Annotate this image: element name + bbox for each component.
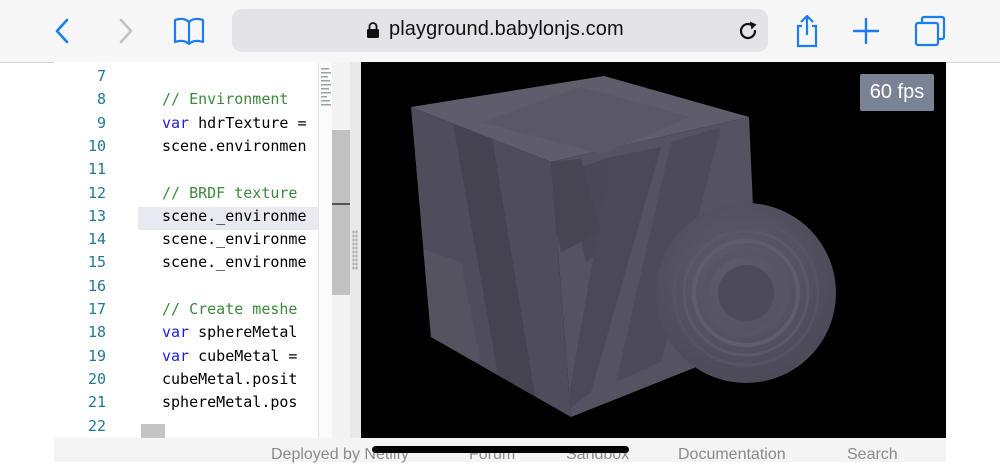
back-icon [55, 18, 69, 44]
home-indicator[interactable] [372, 446, 629, 453]
line-number: 10 [87, 136, 106, 155]
line-number: 21 [87, 393, 106, 412]
code-text: scene._environme [162, 253, 307, 272]
line-number: 16 [87, 276, 106, 295]
splitter-grip-icon[interactable] [352, 230, 358, 270]
code-line[interactable]: cubeMetal.posit [162, 370, 297, 388]
code-comment: // Create meshe [162, 300, 298, 318]
line-number: 14 [87, 230, 106, 249]
back-button[interactable] [45, 14, 79, 48]
scroll-position-marker [332, 203, 350, 205]
code-line[interactable]: sphereMetal.pos [162, 393, 297, 411]
code-text: scene._environme [162, 230, 307, 249]
line-number: 15 [87, 253, 106, 272]
code-text: scene._environme [162, 206, 307, 225]
sphere-mesh [656, 203, 836, 383]
reload-icon[interactable] [737, 20, 759, 42]
tabs-button[interactable] [913, 14, 947, 48]
footer-link-documentation[interactable]: Documentation [678, 446, 786, 464]
code-line[interactable]: var hdrTexture = [162, 114, 307, 132]
share-icon [796, 14, 818, 48]
bookmarks-button[interactable] [172, 14, 206, 48]
code-line[interactable]: scene.environmen [162, 137, 307, 155]
line-number: 13 [87, 206, 106, 225]
code-text: cubeMetal.posit [162, 369, 298, 388]
keyword: var [162, 346, 190, 365]
share-button[interactable] [790, 14, 824, 48]
tabs-icon [914, 15, 946, 47]
code-line[interactable]: // BRDF texture [162, 184, 297, 202]
minimap[interactable] [318, 62, 333, 438]
code-line[interactable]: // Create meshe [162, 300, 297, 318]
footer-link-search[interactable]: Search [847, 446, 898, 464]
code-line[interactable]: var cubeMetal = [162, 347, 297, 365]
keyword: var [162, 113, 190, 132]
code-line[interactable]: scene._environme [162, 253, 307, 271]
vertical-scrollbar-thumb[interactable] [332, 130, 350, 295]
new-tab-button[interactable] [849, 14, 883, 48]
horizontal-scrollbar-thumb[interactable] [141, 424, 165, 438]
bookmarks-icon [173, 17, 205, 46]
code-comment: // Environment [162, 90, 289, 109]
lock-icon [367, 22, 379, 38]
code-text: sphereMetal [189, 323, 298, 342]
code-text: cubeMetal = [189, 346, 298, 365]
code-line[interactable]: // Environment [162, 90, 288, 108]
line-number: 20 [87, 369, 106, 388]
3d-scene [411, 76, 836, 417]
keyword: var [162, 323, 190, 342]
code-line[interactable]: scene._environme [162, 230, 307, 248]
line-number: 18 [87, 323, 106, 342]
line-number: 19 [87, 346, 106, 365]
code-lines[interactable]: 7 8 // Environment 9 var hdrTexture = 10 scene… [54, 62, 318, 438]
render-canvas[interactable] [361, 62, 946, 438]
line-number: 17 [87, 300, 106, 318]
code-line[interactable]: var sphereMetal [162, 323, 297, 341]
line-number: 8 [96, 90, 106, 109]
code-text: scene.environmen [162, 136, 307, 155]
url-text[interactable]: playground.babylonjs.com [389, 18, 624, 41]
code-text: sphereMetal.pos [162, 393, 298, 412]
forward-button[interactable] [109, 14, 143, 48]
browser-toolbar: playground.babylonjs.com [0, 0, 1000, 63]
line-number: 9 [96, 113, 106, 132]
new-tab-icon [852, 17, 880, 45]
line-number: 12 [87, 183, 106, 202]
code-line[interactable]: scene._environme [162, 207, 307, 225]
line-number: 22 [87, 416, 106, 435]
code-comment: // BRDF texture [162, 183, 298, 202]
minimap-preview [321, 68, 331, 106]
fps-counter: 60 fps [860, 74, 934, 111]
code-text: hdrTexture = [189, 113, 307, 132]
line-number: 11 [87, 160, 106, 179]
line-number: 7 [96, 67, 106, 85]
forward-icon [119, 18, 133, 44]
